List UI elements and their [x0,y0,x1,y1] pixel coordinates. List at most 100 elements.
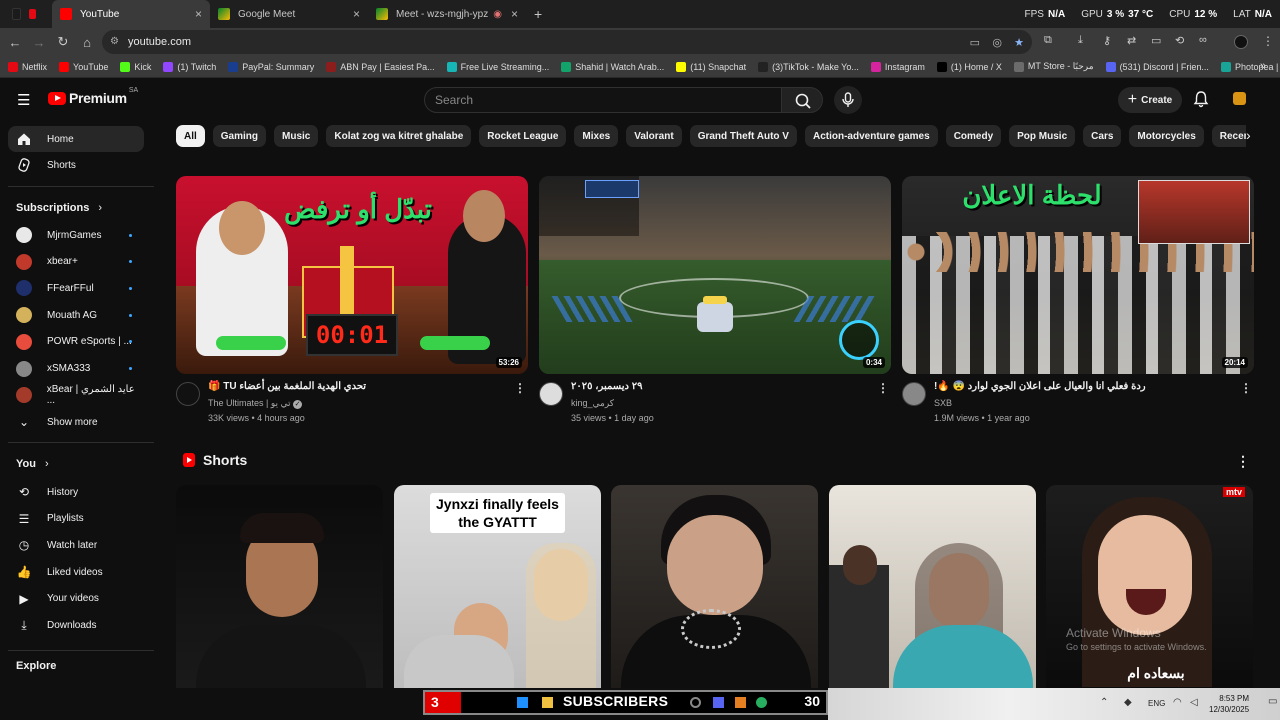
link-icon[interactable]: ∞ [1199,34,1207,46]
subscription-item[interactable]: Mouath AG [8,302,144,328]
video-title[interactable]: ‫٢٩ ديسمبر، ٢٠٢٥‬ [571,381,643,392]
short-thumbnail[interactable]: Jynxzi finally feels the GYATTT [394,485,601,688]
filter-chip[interactable]: Gaming [212,125,267,147]
subscription-item[interactable]: FFearFFul [8,275,144,301]
bookmark-item[interactable]: Shahid | Watch Arab... [561,61,664,72]
subscription-item[interactable]: MjrmGames [8,222,144,248]
sidebar-item-your-videos[interactable]: ▶ Your videos [8,586,144,612]
account-avatar[interactable] [1233,92,1246,105]
new-tab-button[interactable]: + [526,0,552,28]
show-more-button[interactable]: ⌄ Show more [8,409,144,435]
filter-chip[interactable]: Music [274,125,319,147]
filter-chip[interactable]: Rocket League [479,125,567,147]
home-icon[interactable]: ⌂ [75,35,99,50]
close-tab-icon[interactable]: × [511,7,518,21]
sidebar-item-liked-videos[interactable]: 👍 Liked videos [8,559,144,585]
back-icon[interactable]: ← [3,35,27,50]
sidebar-item-shorts[interactable]: Shorts [8,152,144,178]
sidebar-item-history[interactable]: ⟲ History [8,479,144,505]
sidebar-item-playlists[interactable]: ☰ Playlists [8,506,144,532]
short-thumbnail[interactable]: mtv بسعاده ام [1046,485,1253,688]
bookmark-item[interactable]: YouTube [59,61,108,72]
channel-avatar[interactable] [902,382,926,406]
sidebar-item-downloads[interactable]: ⤓ Downloads [8,613,144,639]
close-tab-icon[interactable]: × [195,7,202,21]
wifi-icon[interactable]: ◠ [1173,697,1182,708]
filter-chip[interactable]: Action-adventure games [804,125,938,147]
extensions-icon[interactable]: ⧉ [1044,34,1052,47]
filter-chip[interactable]: Grand Theft Auto V [689,125,797,147]
bookmark-item[interactable]: (531) Discord | Frien... [1105,61,1209,72]
tab-google-meet[interactable]: Google Meet × [210,0,368,28]
tab-youtube[interactable]: YouTube × [52,0,210,28]
create-button[interactable]: + Create [1118,87,1182,113]
filter-chip[interactable]: Valorant [626,125,682,147]
tray-clock[interactable]: 8:53 PM 12/30/2025 [1209,693,1249,715]
voice-search-button[interactable] [834,86,862,114]
filter-chip[interactable]: Comedy [945,125,1002,147]
more-actions-icon[interactable]: ⋮ [1240,381,1252,395]
search-button[interactable] [781,87,823,113]
subscription-item[interactable]: POWR eSports | ... [8,329,144,355]
translate-icon[interactable]: ⇄ [1127,34,1136,47]
chips-scroll-right-icon[interactable]: › [1246,127,1251,143]
star-icon[interactable]: ★ [1014,36,1024,49]
hamburger-menu-icon[interactable]: ☰ [17,91,30,109]
download-icon[interactable]: ⤓ [1078,34,1083,47]
bookmark-item[interactable]: MT Store - مرحبًا [1013,61,1094,72]
bookmark-item[interactable]: (1) Home / X [936,61,1002,72]
subscription-item[interactable]: xSMA333 [8,356,144,382]
notifications-bell-icon[interactable] [1193,90,1209,111]
channel-avatar[interactable] [539,382,563,406]
notification-center-icon[interactable]: ▭ [1268,696,1277,707]
video-title[interactable]: ‫تحدي الهدية الملغمة بين أعضاء TU 🎁‬ [208,381,366,392]
volume-icon[interactable]: ◁ [1190,697,1198,708]
shorts-more-icon[interactable]: ⋮ [1236,453,1250,470]
you-heading[interactable]: You › [16,458,49,470]
channel-name[interactable]: king_كرمي [571,398,614,409]
search-input[interactable]: Search [424,87,782,113]
filter-chip[interactable]: Recently uploaded [1211,125,1246,147]
filter-chip[interactable]: Mixes [574,125,619,147]
bookmark-item[interactable]: (1) Twitch [163,61,216,72]
bookmark-item[interactable]: ABN Pay | Easiest Pa... [326,61,435,72]
channel-name[interactable]: SXB [934,398,952,408]
eye-off-icon[interactable]: ◎ [992,36,1002,49]
bookmarks-overflow-icon[interactable]: » [1260,60,1266,72]
tray-chevron-icon[interactable]: ⌃ [1100,697,1108,708]
video-thumbnail[interactable]: 0:34 [539,176,891,374]
filter-chip[interactable]: Motorcycles [1129,125,1204,147]
forward-icon[interactable]: → [27,35,51,50]
bookmark-item[interactable]: Netflix [8,61,47,72]
close-tab-icon[interactable]: × [353,7,360,21]
bookmark-item[interactable]: (11) Snapchat [676,61,746,72]
tab-meet-call[interactable]: Meet - wzs-mgjh-ypz ◉ × [368,0,526,28]
more-actions-icon[interactable]: ⋮ [877,381,889,395]
bookmark-item[interactable]: (3)TikTok - Make Yo... [758,61,859,72]
site-info-icon[interactable]: ⚙ [110,36,122,48]
card-icon[interactable]: ▭ [1151,34,1161,47]
tab-pinned[interactable] [0,0,52,28]
youtube-premium-logo[interactable]: Premium SA [48,87,138,106]
sidebar-item-watch-later[interactable]: ◷ Watch later [8,532,144,558]
video-title[interactable]: ‫ردة فعلي انا والعيال على اعلان الجوي لو… [934,381,1146,392]
bookmark-item[interactable]: Free Live Streaming... [446,61,549,72]
video-thumbnail[interactable]: 00:01 تبدّل أو ترفض 53:26 [176,176,528,374]
history-icon[interactable]: ⟲ [1175,34,1184,47]
more-actions-icon[interactable]: ⋮ [514,381,526,395]
subscription-item[interactable]: xBear | عايد الشمري ... [8,382,144,408]
short-thumbnail[interactable] [611,485,818,688]
sidebar-item-home[interactable]: Home [8,126,144,152]
cast-icon[interactable]: ▭ [970,36,980,49]
filter-chip[interactable]: All [176,125,205,147]
video-thumbnail[interactable]: لحظة الاعلان 20:14 [902,176,1254,374]
filter-chip[interactable]: Cars [1083,125,1122,147]
bookmark-item[interactable]: Kick [120,61,151,72]
channel-avatar[interactable] [176,382,200,406]
subscription-item[interactable]: xbear+ [8,249,144,275]
subscriptions-heading[interactable]: Subscriptions › [16,202,102,214]
short-thumbnail[interactable] [176,485,383,688]
bookmark-item[interactable]: Instagram [870,61,925,72]
short-thumbnail[interactable] [829,485,1036,688]
profile-avatar[interactable] [1234,35,1248,49]
